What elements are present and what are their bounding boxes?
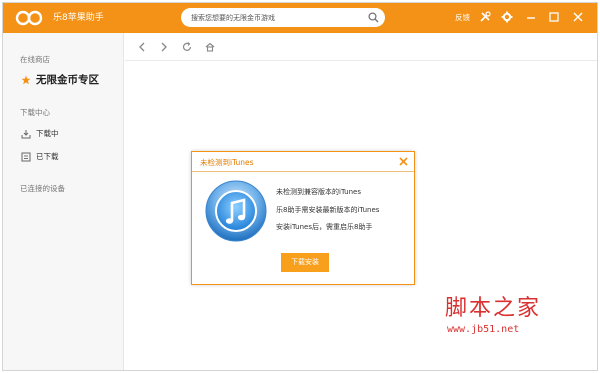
close-icon[interactable] bbox=[398, 156, 409, 167]
itunes-icon bbox=[205, 180, 267, 242]
list-icon bbox=[21, 152, 31, 162]
sidebar-item-downloaded[interactable]: 已下载 bbox=[21, 152, 59, 162]
dialog-message-3: 安装iTunes后，需重启乐8助手 bbox=[276, 223, 373, 231]
divider bbox=[192, 171, 414, 172]
watermark-title: 脚本之家 bbox=[445, 296, 542, 321]
forward-icon[interactable] bbox=[158, 41, 170, 53]
search-box bbox=[181, 8, 385, 27]
app-title: 乐8苹果助手 bbox=[53, 13, 104, 23]
sidebar: 在线商店 无限金币专区 下载中心 下载中 已下载 已连接的设备 bbox=[3, 33, 124, 370]
search-input[interactable] bbox=[191, 8, 363, 27]
home-icon[interactable] bbox=[204, 41, 216, 53]
store-header: 在线商店 bbox=[20, 55, 50, 64]
itunes-dialog: 未检测到iTunes 未检测到兼容版本的iTunes 乐8助手需安装最新版本的i… bbox=[191, 151, 415, 285]
back-icon[interactable] bbox=[136, 41, 148, 53]
download-install-button[interactable]: 下载安装 bbox=[281, 253, 329, 272]
sidebar-item-label: 无限金币专区 bbox=[36, 74, 99, 86]
watermark-url: www.jb51.net bbox=[447, 324, 520, 335]
tools-icon[interactable] bbox=[479, 11, 491, 23]
download-header: 下载中心 bbox=[20, 108, 50, 117]
sidebar-item-unlimited-coins[interactable]: 无限金币专区 bbox=[21, 75, 99, 85]
title-bar: 乐8苹果助手 反馈 bbox=[3, 3, 597, 33]
search-icon[interactable] bbox=[368, 12, 379, 23]
star-icon bbox=[21, 75, 31, 85]
logo-icon bbox=[15, 10, 43, 26]
close-icon[interactable] bbox=[572, 11, 584, 23]
devices-header: 已连接的设备 bbox=[20, 184, 65, 193]
minimize-icon[interactable] bbox=[525, 11, 537, 23]
app-window: 乐8苹果助手 反馈 bbox=[2, 2, 598, 371]
dialog-message-2: 乐8助手需安装最新版本的iTunes bbox=[276, 206, 380, 214]
feedback-link[interactable]: 反馈 bbox=[455, 12, 470, 24]
sidebar-item-label: 下载中 bbox=[36, 129, 59, 138]
refresh-icon[interactable] bbox=[181, 41, 193, 53]
settings-icon[interactable] bbox=[501, 11, 513, 23]
sidebar-item-label: 已下载 bbox=[36, 152, 59, 161]
download-icon bbox=[21, 130, 31, 139]
maximize-icon[interactable] bbox=[548, 11, 560, 23]
dialog-title: 未检测到iTunes bbox=[200, 158, 254, 167]
sidebar-item-downloading[interactable]: 下载中 bbox=[21, 129, 59, 139]
dialog-message-1: 未检测到兼容版本的iTunes bbox=[276, 188, 361, 196]
nav-bar bbox=[125, 33, 597, 61]
